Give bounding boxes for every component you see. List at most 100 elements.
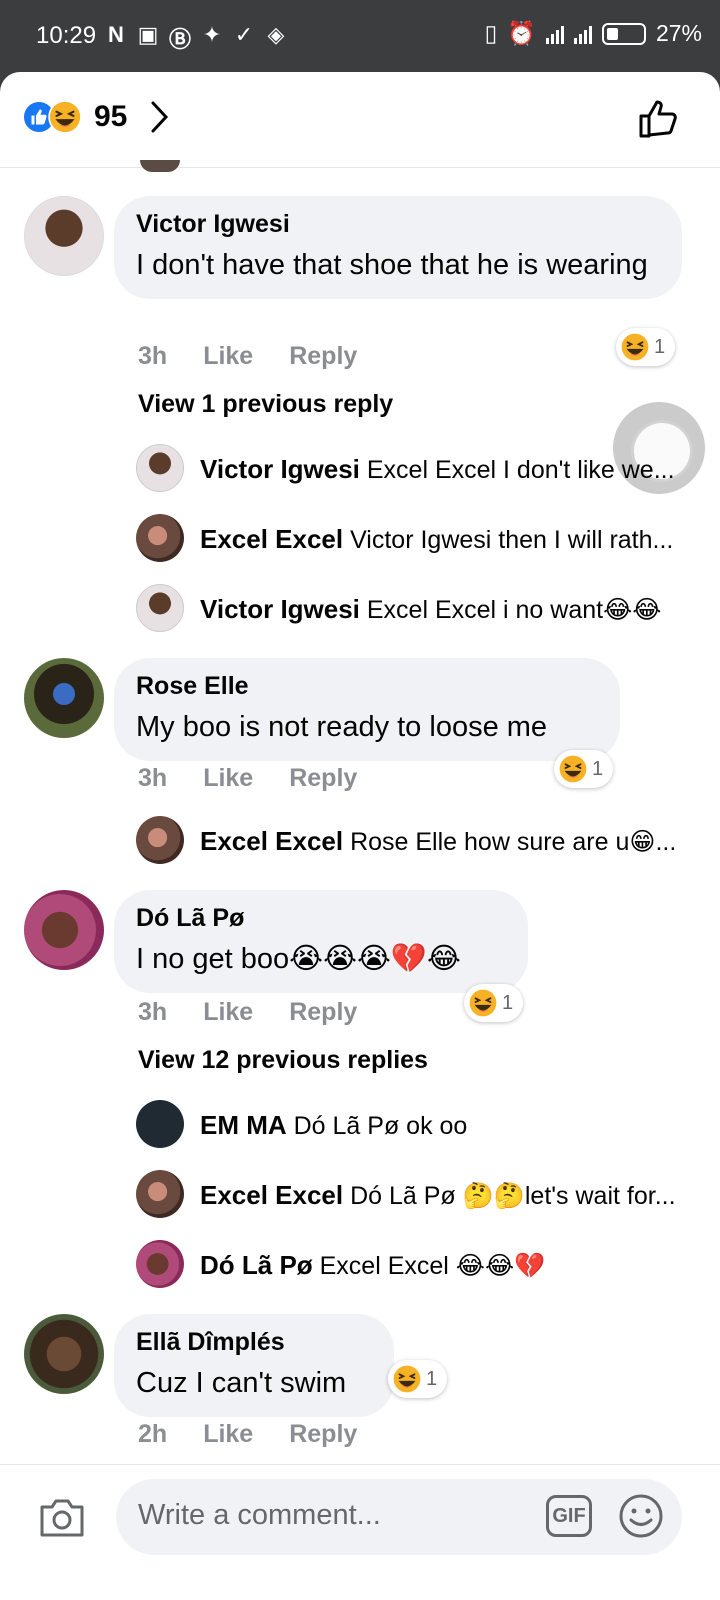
avatar-ella-dimples[interactable] (24, 1314, 104, 1394)
comment-placeholder: Write a comment... (138, 1499, 381, 1531)
reaction-icons (22, 100, 86, 134)
download-done-icon: ✓ (234, 22, 254, 47)
like-link[interactable]: Like (203, 764, 253, 793)
comment-author[interactable]: Victor Igwesi (136, 210, 660, 239)
smiley-icon[interactable] (618, 1493, 664, 1539)
reaction-count: 1 (426, 1367, 438, 1390)
comment-bubble[interactable]: Dó Lã Pø I no get boo😭😭😭💔😂 (114, 890, 528, 993)
avatar-excel-excel[interactable] (136, 1170, 184, 1218)
reply-item[interactable]: EM MA Dó Lã Pø ok oo (200, 1110, 680, 1141)
comment-bubble[interactable]: Ellã Dîmplés Cuz I can't swim (114, 1314, 394, 1417)
comment-bubble[interactable]: Victor Igwesi I don't have that shoe tha… (114, 196, 682, 299)
comment-text: Cuz I can't swim (136, 1367, 347, 1399)
avatar-victor-igwesi[interactable] (136, 584, 184, 632)
haha-icon (558, 754, 588, 784)
comment-meta: 3h Like Reply (138, 342, 357, 371)
reply-text: Excel Excel I don't like we... (366, 456, 675, 484)
view-previous-replies[interactable]: View 1 previous reply (138, 390, 393, 419)
view-previous-replies[interactable]: View 12 previous replies (138, 1046, 428, 1075)
comment-author[interactable]: Rose Elle (136, 672, 598, 701)
layers-icon: ◈ (267, 22, 285, 47)
system-icons: ▯ ⏰ 27% (485, 20, 702, 47)
reply-item[interactable]: Excel Excel Dó Lã Pø 🤔🤔let's wait for... (200, 1180, 680, 1211)
comment-time: 3h (138, 998, 168, 1026)
like-link[interactable]: Like (203, 1420, 253, 1449)
chevron-right-icon[interactable] (150, 100, 170, 134)
gif-icon[interactable]: GIF (546, 1495, 592, 1537)
reply-author[interactable]: Dó Lã Pø (200, 1250, 313, 1280)
comment-author[interactable]: Ellã Dîmplés (136, 1328, 372, 1357)
comment-time: 3h (138, 764, 168, 792)
reply-text: Excel Excel 😂😂💔 (319, 1252, 546, 1280)
comment-author[interactable]: Dó Lã Pø (136, 904, 506, 933)
reply-author[interactable]: Excel Excel (200, 524, 343, 554)
reply-item[interactable]: Victor Igwesi Excel Excel i no want😂😂 (200, 594, 680, 625)
reaction-pill[interactable]: 1 (388, 1360, 448, 1398)
comment-meta: 2h Like Reply (138, 1420, 357, 1449)
avatar-do-la-po[interactable] (24, 890, 104, 970)
status-time: 10:29 (36, 22, 97, 49)
reaction-count[interactable]: 95 (94, 100, 127, 134)
signal-2-icon (573, 24, 592, 44)
reply-item[interactable]: Excel Excel Victor Igwesi then I will ra… (200, 524, 680, 555)
reaction-count: 1 (592, 757, 604, 780)
comment-text: My boo is not ready to loose me (136, 711, 548, 743)
reply-author[interactable]: Excel Excel (200, 826, 343, 856)
reply-item[interactable]: Victor Igwesi Excel Excel I don't like w… (200, 454, 680, 485)
reply-link[interactable]: Reply (289, 1420, 357, 1449)
reply-item[interactable]: Excel Excel Rose Elle how sure are u😁... (200, 826, 680, 857)
alarm-icon: ⏰ (507, 20, 536, 46)
reply-link[interactable]: Reply (289, 764, 357, 793)
avatar-em-ma[interactable] (136, 1100, 184, 1148)
reaction-pill[interactable]: 1 (616, 328, 676, 366)
reaction-count: 1 (654, 335, 666, 358)
notification-icons: N ▣ Ⓑ ✦ ✓ ◈ (104, 22, 288, 54)
vibrate-icon: ▯ (484, 20, 498, 46)
comment-text: I no get boo😭😭😭💔😂 (136, 943, 461, 975)
avatar-victor-igwesi[interactable] (24, 196, 104, 276)
signal-icon (545, 24, 564, 44)
comment-bubble[interactable]: Rose Elle My boo is not ready to loose m… (114, 658, 620, 761)
reply-author[interactable]: Victor Igwesi (200, 454, 360, 484)
reaction-pill[interactable]: 1 (464, 984, 524, 1022)
reaction-count: 1 (502, 991, 514, 1014)
avatar-do-la-po[interactable] (136, 1240, 184, 1288)
avatar-victor-igwesi[interactable] (136, 444, 184, 492)
status-bar: 10:29 N ▣ Ⓑ ✦ ✓ ◈ ▯ ⏰ 27% (0, 0, 720, 72)
reply-text: Dó Lã Pø 🤔🤔let's wait for... (350, 1182, 676, 1210)
reply-text: Dó Lã Pø ok oo (293, 1112, 468, 1140)
comment-time: 2h (138, 1420, 168, 1448)
camera-icon[interactable] (38, 1495, 86, 1539)
reply-item[interactable]: Dó Lã Pø Excel Excel 😂😂💔 (200, 1250, 680, 1281)
haha-icon (620, 332, 650, 362)
comment-input[interactable]: Write a comment... GIF (116, 1479, 682, 1555)
avatar (140, 160, 180, 172)
comment-text: I don't have that shoe that he is wearin… (136, 249, 648, 281)
reactions-header[interactable]: 95 (0, 72, 720, 168)
netflix-icon: N (108, 22, 124, 47)
haha-icon (48, 100, 82, 134)
reply-link[interactable]: Reply (289, 998, 357, 1027)
haha-icon (392, 1364, 422, 1394)
avatar-rose-elle[interactable] (24, 658, 104, 738)
reply-text: Victor Igwesi then I will rath... (350, 526, 674, 554)
reply-author[interactable]: Victor Igwesi (200, 594, 360, 624)
reaction-pill[interactable]: 1 (554, 750, 614, 788)
thumbs-up-icon[interactable] (638, 98, 680, 140)
like-link[interactable]: Like (203, 342, 253, 371)
reply-text: Excel Excel i no want😂😂 (366, 596, 662, 624)
reply-text: Rose Elle how sure are u😁... (350, 828, 677, 856)
comment-composer: Write a comment... GIF (0, 1464, 720, 1600)
comment-meta: 3h Like Reply (138, 764, 357, 793)
avatar-excel-excel[interactable] (136, 816, 184, 864)
reply-author[interactable]: Excel Excel (200, 1180, 343, 1210)
b-icon: Ⓑ (168, 27, 191, 52)
like-link[interactable]: Like (203, 998, 253, 1027)
reply-author[interactable]: EM MA (200, 1110, 287, 1140)
battery-percent: 27% (655, 20, 702, 46)
avatar-excel-excel[interactable] (136, 514, 184, 562)
reply-link[interactable]: Reply (289, 342, 357, 371)
twitter-icon: ✦ (202, 22, 222, 47)
comments-sheet: 95 Victor Igwesi I don't have that shoe … (0, 72, 720, 1600)
battery-icon (601, 22, 646, 45)
